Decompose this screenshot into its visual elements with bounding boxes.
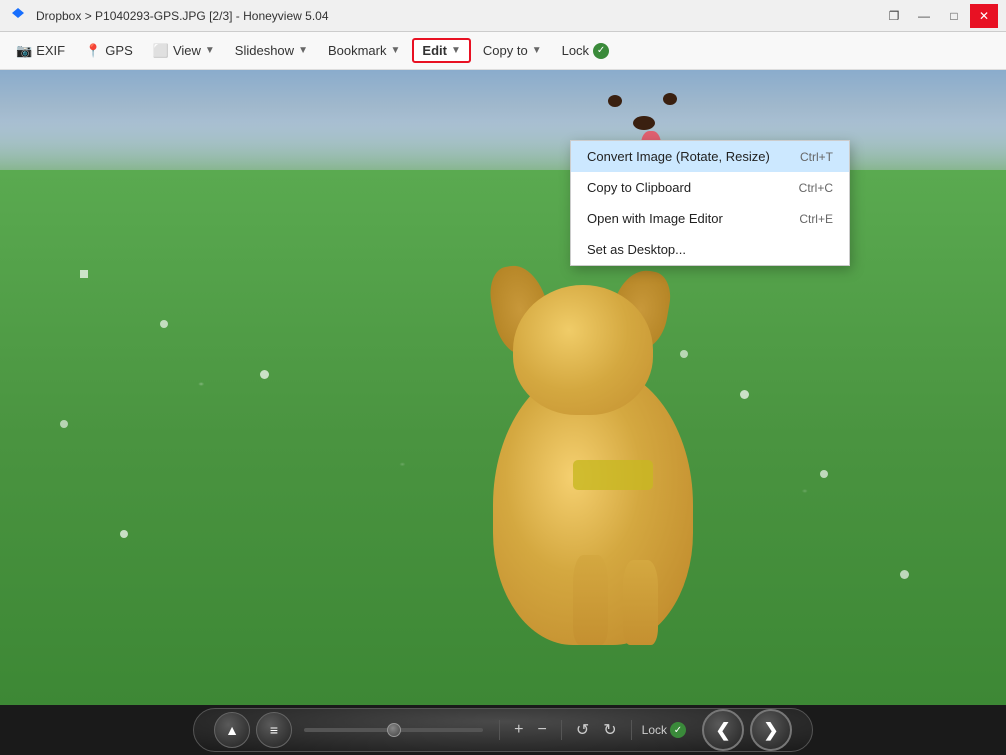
eject-button[interactable]: ▲ <box>214 712 250 748</box>
view-icon: ⬜ <box>153 43 169 59</box>
convert-image-item[interactable]: Convert Image (Rotate, Resize) Ctrl+T <box>571 141 849 172</box>
rotate-right-button[interactable]: ↻ <box>599 718 620 742</box>
dog-figure <box>443 245 743 645</box>
flower-dot <box>60 420 68 428</box>
divider-1 <box>499 720 500 740</box>
flower-dot <box>120 530 128 538</box>
image-area: Convert Image (Rotate, Resize) Ctrl+T Co… <box>0 70 1006 705</box>
title-bar: Dropbox > P1040293-GPS.JPG [2/3] - Honey… <box>0 0 1006 32</box>
menu-button[interactable]: ≡ <box>256 712 292 748</box>
control-bar: ▲ ≡ + − ↺ ↻ Lock ✓ <box>193 708 813 752</box>
zoom-slider[interactable] <box>304 728 483 732</box>
slideshow-menu-item[interactable]: Slideshow ▼ <box>227 39 316 62</box>
copy-clipboard-item[interactable]: Copy to Clipboard Ctrl+C <box>571 172 849 203</box>
divider-2 <box>561 720 562 740</box>
bottom-toolbar: ▲ ≡ + − ↺ ↻ Lock ✓ <box>0 705 1006 755</box>
edit-arrow-icon: ▼ <box>451 45 461 56</box>
lock-check-icon: ✓ <box>593 43 609 59</box>
bookmark-menu-item[interactable]: Bookmark ▼ <box>320 39 408 62</box>
flower-dot <box>260 370 269 379</box>
exif-menu-item[interactable]: 📷 EXIF <box>8 39 73 63</box>
lock-menu-item[interactable]: Lock ✓ <box>554 39 617 63</box>
flower-dot <box>900 570 909 579</box>
zoom-slider-thumb[interactable] <box>387 723 401 737</box>
app-logo-icon <box>8 6 28 26</box>
zoom-out-button[interactable]: − <box>533 719 550 741</box>
gps-menu-item[interactable]: 📍 GPS <box>77 39 141 63</box>
maximize-button[interactable]: □ <box>940 4 968 28</box>
window-title: Dropbox > P1040293-GPS.JPG [2/3] - Honey… <box>36 9 329 23</box>
rotate-left-button[interactable]: ↺ <box>572 718 593 742</box>
open-editor-item[interactable]: Open with Image Editor Ctrl+E <box>571 203 849 234</box>
copyto-arrow-icon: ▼ <box>532 45 542 56</box>
zoom-slider-container <box>304 728 483 732</box>
flower-dot <box>80 270 88 278</box>
next-button[interactable]: ❯ <box>750 709 792 751</box>
dog-harness <box>573 460 653 490</box>
title-left: Dropbox > P1040293-GPS.JPG [2/3] - Honey… <box>8 6 329 26</box>
dog-eye-right <box>663 93 677 105</box>
copyto-menu-item[interactable]: Copy to ▼ <box>475 39 550 62</box>
zoom-in-button[interactable]: + <box>510 719 527 741</box>
view-arrow-icon: ▼ <box>205 45 215 56</box>
set-desktop-item[interactable]: Set as Desktop... <box>571 234 849 265</box>
menu-bar: 📷 EXIF 📍 GPS ⬜ View ▼ Slideshow ▼ Bookma… <box>0 32 1006 70</box>
lock-indicator[interactable]: Lock ✓ <box>642 722 686 738</box>
slideshow-arrow-icon: ▼ <box>298 45 308 56</box>
dog-head <box>513 285 653 415</box>
close-button[interactable]: ✕ <box>970 4 998 28</box>
edit-dropdown-menu: Convert Image (Rotate, Resize) Ctrl+T Co… <box>570 140 850 266</box>
dog-leg-front-right <box>623 560 658 645</box>
edit-menu-item[interactable]: Edit ▼ <box>412 38 470 63</box>
flower-dot <box>820 470 828 478</box>
dog-eye-left <box>608 95 622 107</box>
minimize-button[interactable]: — <box>910 4 938 28</box>
title-controls: ❐ — □ ✕ <box>880 4 998 28</box>
dog-leg-front-left <box>573 555 608 645</box>
lock-check-bottom-icon: ✓ <box>670 722 686 738</box>
gps-icon: 📍 <box>85 43 101 59</box>
view-menu-item[interactable]: ⬜ View ▼ <box>145 39 223 63</box>
bookmark-arrow-icon: ▼ <box>391 45 401 56</box>
restore-button[interactable]: ❐ <box>880 4 908 28</box>
camera-icon: 📷 <box>16 43 32 59</box>
flower-dot <box>160 320 168 328</box>
prev-button[interactable]: ❮ <box>702 709 744 751</box>
dog-nose <box>633 116 655 130</box>
divider-3 <box>631 720 632 740</box>
photo-display <box>0 70 1006 705</box>
